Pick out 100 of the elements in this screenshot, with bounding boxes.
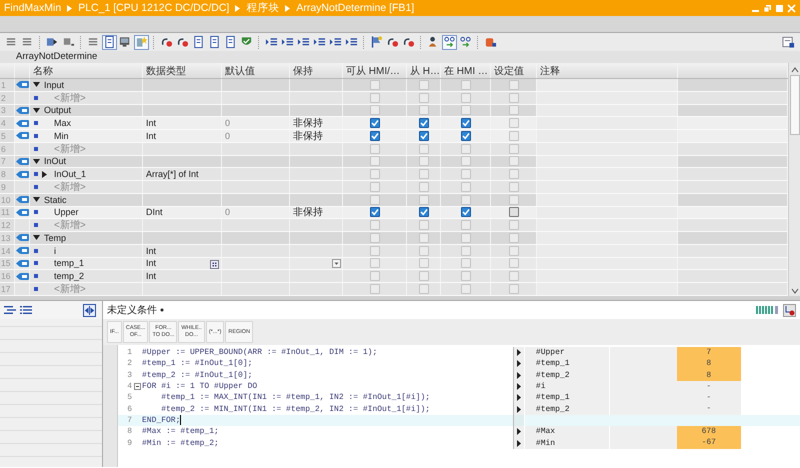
- checkbox[interactable]: [418, 156, 428, 166]
- checkbox[interactable]: [418, 246, 428, 256]
- collapse-icon[interactable]: [33, 234, 40, 242]
- checkbox[interactable]: [508, 80, 518, 90]
- checkbox[interactable]: [460, 207, 470, 218]
- checkbox[interactable]: [370, 182, 380, 192]
- table-row[interactable]: 4 Max Int 0 非保持: [0, 117, 788, 130]
- indent-icon[interactable]: [4, 305, 16, 315]
- checkbox[interactable]: [460, 182, 470, 192]
- checkbox[interactable]: [508, 130, 518, 141]
- checkbox[interactable]: [460, 80, 470, 90]
- toolbar-button[interactable]: [458, 34, 473, 50]
- checkbox[interactable]: [460, 232, 470, 243]
- checkbox[interactable]: [370, 105, 380, 116]
- checkbox[interactable]: [460, 194, 470, 205]
- split-toggle-icon[interactable]: [83, 304, 96, 316]
- checkbox[interactable]: [460, 284, 470, 294]
- column-header[interactable]: 默认值: [225, 64, 255, 78]
- checkbox[interactable]: [460, 105, 470, 116]
- checkbox[interactable]: [460, 144, 470, 154]
- checkbox[interactable]: [508, 194, 518, 205]
- checkbox[interactable]: [508, 156, 518, 166]
- checkbox[interactable]: [460, 258, 470, 268]
- checkbox[interactable]: [508, 220, 518, 230]
- checkbox[interactable]: [508, 92, 518, 103]
- checkbox[interactable]: [418, 232, 428, 243]
- list-icon[interactable]: [20, 305, 32, 315]
- checkbox[interactable]: [460, 169, 470, 180]
- toolbar-button[interactable]: [442, 34, 457, 50]
- table-row[interactable]: 15 temp_1 Int: [0, 258, 788, 270]
- column-header[interactable]: 从 H…: [410, 64, 440, 78]
- restore-icon[interactable]: [763, 4, 772, 12]
- checkbox[interactable]: [370, 169, 380, 180]
- toolbar-button[interactable]: [369, 34, 384, 50]
- checkbox[interactable]: [418, 258, 428, 268]
- checkbox[interactable]: [460, 118, 470, 128]
- checkbox[interactable]: [508, 105, 518, 116]
- checkbox[interactable]: [508, 169, 518, 180]
- checkbox[interactable]: [460, 271, 470, 282]
- checkbox[interactable]: [418, 118, 428, 128]
- scrollbar[interactable]: [788, 63, 800, 296]
- checkbox[interactable]: [370, 130, 380, 141]
- checkbox[interactable]: [418, 80, 428, 90]
- table-row[interactable]: 11 Upper DInt 0 非保持: [0, 206, 788, 220]
- checkbox[interactable]: [418, 271, 428, 282]
- column-header[interactable]: 设定值: [494, 64, 524, 78]
- checkbox[interactable]: [370, 284, 380, 294]
- checkbox[interactable]: [418, 194, 428, 205]
- column-header[interactable]: 可从 HMI/…: [346, 64, 400, 78]
- table-row[interactable]: 10 Static: [0, 194, 788, 206]
- checkbox[interactable]: [370, 207, 380, 218]
- fold-icon[interactable]: [134, 383, 140, 390]
- checkbox[interactable]: [508, 284, 518, 294]
- table-row[interactable]: 1 Input: [0, 79, 788, 92]
- checkbox[interactable]: [370, 246, 380, 256]
- checkbox[interactable]: [508, 144, 518, 154]
- table-row[interactable]: 14 i Int: [0, 244, 788, 258]
- collapse-icon[interactable]: [33, 81, 40, 88]
- checkbox[interactable]: [418, 284, 428, 294]
- checkbox[interactable]: [370, 144, 380, 154]
- maximize-icon[interactable]: [775, 4, 784, 12]
- toolbar-button[interactable]: [102, 34, 117, 50]
- checkbox[interactable]: [508, 258, 518, 268]
- checkbox[interactable]: [460, 92, 470, 103]
- collapse-icon[interactable]: [33, 106, 40, 114]
- table-row[interactable]: 13 Temp: [0, 232, 788, 245]
- checkbox[interactable]: [418, 207, 428, 218]
- checkbox[interactable]: [370, 271, 380, 282]
- collapse-icon[interactable]: [33, 158, 40, 165]
- retain-dropdown[interactable]: [332, 258, 341, 268]
- picker-icon[interactable]: [210, 260, 219, 268]
- checkbox[interactable]: [370, 258, 380, 268]
- scroll-up-icon[interactable]: [790, 65, 800, 75]
- checkbox[interactable]: [460, 220, 470, 230]
- checkbox[interactable]: [418, 92, 428, 103]
- checkbox[interactable]: [460, 246, 470, 256]
- checkbox[interactable]: [370, 80, 380, 90]
- checkbox[interactable]: [370, 156, 380, 166]
- table-row[interactable]: 16 temp_2 Int: [0, 270, 788, 283]
- table-row[interactable]: 3 Output: [0, 104, 788, 118]
- checkbox[interactable]: [370, 92, 380, 103]
- expand-icon[interactable]: [42, 170, 47, 178]
- column-header[interactable]: 在 HMI …: [444, 64, 488, 78]
- checkbox[interactable]: [508, 118, 518, 128]
- checkbox[interactable]: [370, 220, 380, 230]
- column-header[interactable]: 名称: [33, 64, 53, 78]
- checkbox[interactable]: [460, 130, 470, 141]
- close-icon[interactable]: [787, 4, 796, 12]
- checkbox[interactable]: [460, 156, 470, 166]
- checkbox[interactable]: [370, 232, 380, 243]
- checkbox[interactable]: [418, 144, 428, 154]
- column-header[interactable]: 数据类型: [146, 64, 186, 78]
- checkbox[interactable]: [418, 169, 428, 180]
- scroll-down-icon[interactable]: [790, 286, 800, 296]
- collapse-icon[interactable]: [33, 196, 40, 204]
- checkbox[interactable]: [370, 194, 380, 205]
- column-header[interactable]: 注释: [540, 64, 560, 78]
- checkbox[interactable]: [418, 182, 428, 192]
- checkbox[interactable]: [508, 182, 518, 192]
- checkbox[interactable]: [418, 105, 428, 116]
